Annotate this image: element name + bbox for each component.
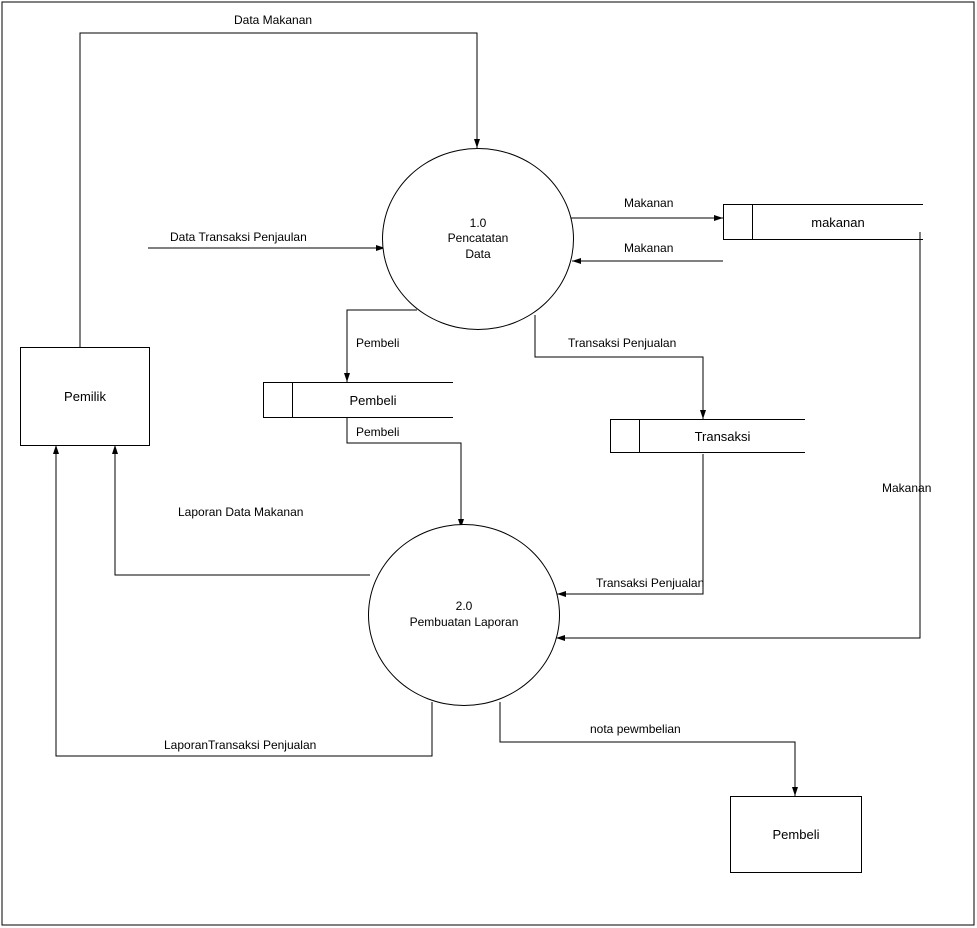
flow-makanan-out: Makanan bbox=[624, 196, 673, 210]
flow-makanan-in: Makanan bbox=[624, 241, 673, 255]
datastore-transaksi: Transaksi bbox=[610, 419, 805, 453]
process-1-name: Pencatatan Data bbox=[448, 231, 509, 262]
flow-laporan-transaksi-penjualan: LaporanTransaksi Penjualan bbox=[164, 738, 316, 752]
flow-pembeli-in: Pembeli bbox=[356, 425, 399, 439]
flow-transaksi-penjualan: Transaksi Penjualan bbox=[568, 336, 676, 350]
flow-pembeli-out: Pembeli bbox=[356, 336, 399, 350]
datastore-pembeli: Pembeli bbox=[263, 382, 453, 418]
flow-data-makanan: Data Makanan bbox=[234, 13, 312, 27]
datastore-makanan: makanan bbox=[723, 204, 923, 240]
entity-pemilik-label: Pemilik bbox=[64, 389, 106, 404]
process-2-id: 2.0 bbox=[456, 599, 473, 615]
flow-transaksi-penjualan-2: Transaksi Penjualan bbox=[596, 576, 704, 590]
flow-makanan-down: Makanan bbox=[882, 481, 931, 495]
dfd-canvas: Pemilik Pembeli 1.0 Pencatatan Data 2.0 … bbox=[0, 0, 977, 928]
datastore-transaksi-label: Transaksi bbox=[695, 429, 751, 444]
flow-nota-pewmbelian: nota pewmbelian bbox=[590, 722, 681, 736]
datastore-pembeli-label: Pembeli bbox=[350, 393, 397, 408]
process-2: 2.0 Pembuatan Laporan bbox=[368, 524, 560, 706]
flow-data-transaksi-penjaulan: Data Transaksi Penjaulan bbox=[170, 230, 307, 244]
entity-pembeli-label: Pembeli bbox=[773, 827, 820, 842]
flow-laporan-data-makanan: Laporan Data Makanan bbox=[178, 505, 303, 519]
flow-lines bbox=[0, 0, 977, 928]
process-2-name: Pembuatan Laporan bbox=[410, 615, 519, 631]
process-1-id: 1.0 bbox=[470, 216, 487, 232]
datastore-makanan-label: makanan bbox=[811, 215, 864, 230]
entity-pemilik: Pemilik bbox=[20, 347, 150, 446]
process-1: 1.0 Pencatatan Data bbox=[382, 148, 574, 330]
entity-pembeli: Pembeli bbox=[730, 796, 862, 873]
